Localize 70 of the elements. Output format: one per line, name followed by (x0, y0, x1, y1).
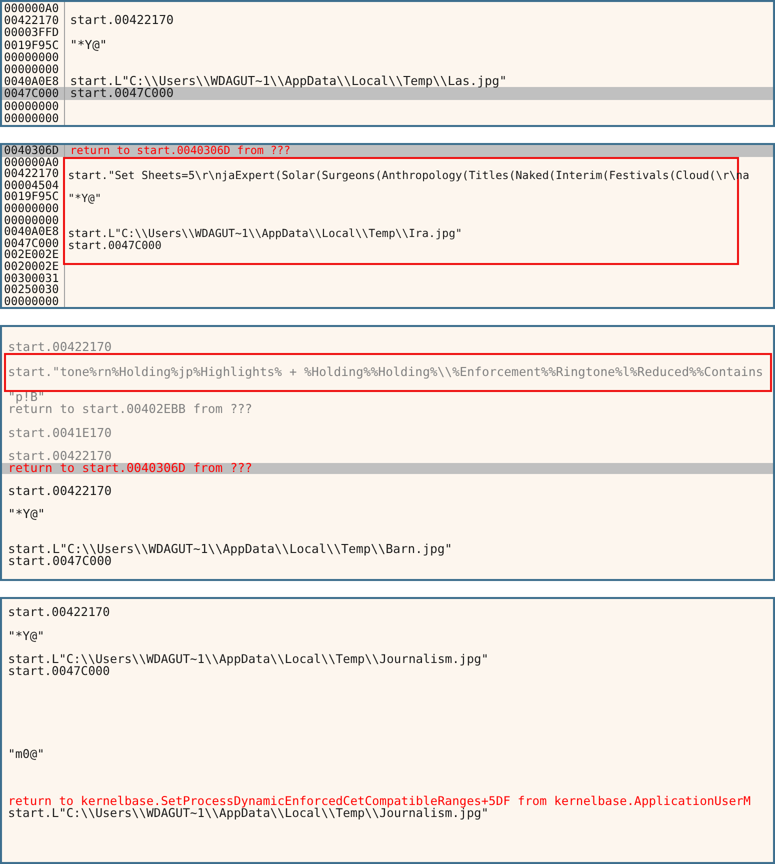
address-cell-text: 00000000 (3, 214, 60, 226)
comment-text: "*Y@" (7, 509, 46, 521)
listing-row[interactable]: start.0041E170 (2, 428, 773, 440)
address-cell-text: 00000000 (3, 62, 60, 76)
listing-row[interactable]: "*Y@" (65, 193, 737, 205)
comment-text: "p!B" (7, 392, 46, 404)
comment-text: start.L"C:\\Users\\WDAGUT~1\\AppData\\Local\\Temp\\Journalism.jpg" (7, 654, 489, 666)
comment-text: start.00422170 (7, 607, 110, 619)
listing-row[interactable]: start.L"C:\\Users\\WDAGUT~1\\AppData\\Local\\Temp\\Journalism.jpg" (2, 808, 773, 820)
listing-row[interactable]: start.0047C000 (65, 240, 737, 252)
listing-row[interactable]: "p!B" (2, 392, 773, 404)
address-cell-text: 00300031 (3, 272, 60, 284)
address-cell-text: 00422170 (3, 14, 60, 26)
listing-row[interactable]: "*Y@" (2, 630, 773, 642)
comment-text: start.L"C:\\Users\\WDAGUT~1\\AppData\\Local\\Temp\\Journalism.jpg" (7, 808, 489, 820)
comment-text: "*Y@" (69, 38, 108, 51)
address-cell-text: 00003FFD (3, 26, 60, 39)
comment-text: start.00422170 (69, 14, 174, 26)
listing-row[interactable]: "m0@" (2, 748, 773, 760)
comment-text: start.L"C:\\Users\\WDAGUT~1\\AppData\\Local\\Temp\\Ira.jpg" (67, 228, 462, 240)
address-cell-text: 002E002E (3, 249, 60, 261)
comment-text: start.0047C000 (7, 556, 112, 568)
address-cell-text: 0019F95C (3, 38, 60, 51)
comment-text: return to start.0040306D from ??? (7, 462, 252, 474)
listing-row[interactable]: start.00422170 (2, 607, 773, 619)
comment-text: start.00422170 (7, 486, 112, 498)
comment-text: start.00422170 (7, 450, 112, 463)
comment-text: start.00422170 (7, 342, 112, 354)
listing-row[interactable]: start.L"C:\\Users\\WDAGUT~1\\AppData\\Local\\Temp\\Barn.jpg" (2, 544, 773, 556)
address-cell: 0040306D (2, 145, 64, 157)
comment-text: "m0@" (7, 748, 44, 760)
address-cell-text: 00250030 (3, 284, 60, 296)
address-cell: 0047C000 (2, 87, 64, 100)
address-cell-text: 00000000 (3, 296, 60, 307)
comment-text: "*Y@" (67, 193, 102, 205)
address-cell-text: 00000000 (3, 112, 60, 124)
listing-row[interactable]: return to start.00402EBB from ??? (2, 404, 773, 416)
address-cell-text: 00000000 (3, 202, 60, 215)
comment-text: return to start.0040306D from ??? (69, 145, 290, 157)
listing-row[interactable]: start.L"C:\\Users\\WDAGUT~1\\AppData\\Local\\Temp\\Journalism.jpg" (2, 654, 773, 666)
listing-row[interactable]: start.00422170 (2, 450, 773, 463)
comment-text: "*Y@" (7, 630, 44, 642)
listing-row[interactable]: start.00422170 (2, 342, 773, 354)
listing-row[interactable]: "*Y@" (2, 509, 773, 521)
address-cell-text: 00000000 (3, 100, 60, 112)
comment-text: start.0041E170 (7, 428, 112, 440)
address-cell-text: 000000A0 (3, 156, 60, 168)
address-cell-text: 00004504 (3, 180, 60, 192)
comment-text: return to start.00402EBB from ??? (7, 404, 252, 416)
address-cell-text: 00000000 (3, 50, 60, 63)
address-cell-text: 0020002E (3, 260, 60, 273)
listing-row[interactable]: start.0047C000 (2, 666, 773, 678)
address-cell-text: 0019F95C (3, 191, 60, 203)
comment-text: start.L"C:\\Users\\WDAGUT~1\\AppData\\Local\\Temp\\Las.jpg" (69, 75, 507, 88)
listing-row[interactable]: start.0047C000 (65, 87, 773, 100)
comment-text: start.0047C000 (7, 666, 110, 678)
address-cell-text: 0047C000 (3, 238, 60, 250)
address-cell-text: 00422170 (3, 168, 60, 180)
listing-row[interactable]: start.0047C000 (2, 556, 773, 568)
address-cell-text: 0040A0E8 (3, 75, 60, 88)
listing-row[interactable]: start.L"C:\\Users\\WDAGUT~1\\AppData\\Local\\Temp\\Ira.jpg" (65, 228, 737, 240)
listing-row[interactable]: start.00422170 (65, 14, 773, 26)
address-cell-text: 000000A0 (3, 2, 60, 14)
address-cell-text: 0040A0E8 (3, 226, 60, 238)
listing-row[interactable]: start.00422170 (2, 486, 773, 498)
comment-text: start.0047C000 (69, 87, 174, 100)
comment-text: start.0047C000 (67, 240, 162, 252)
listing-row[interactable]: start.L"C:\\Users\\WDAGUT~1\\AppData\\Local\\Temp\\Las.jpg" (65, 75, 773, 88)
listing-row[interactable]: "*Y@" (65, 38, 773, 51)
comment-text: start.L"C:\\Users\\WDAGUT~1\\AppData\\Local\\Temp\\Barn.jpg" (7, 544, 452, 556)
